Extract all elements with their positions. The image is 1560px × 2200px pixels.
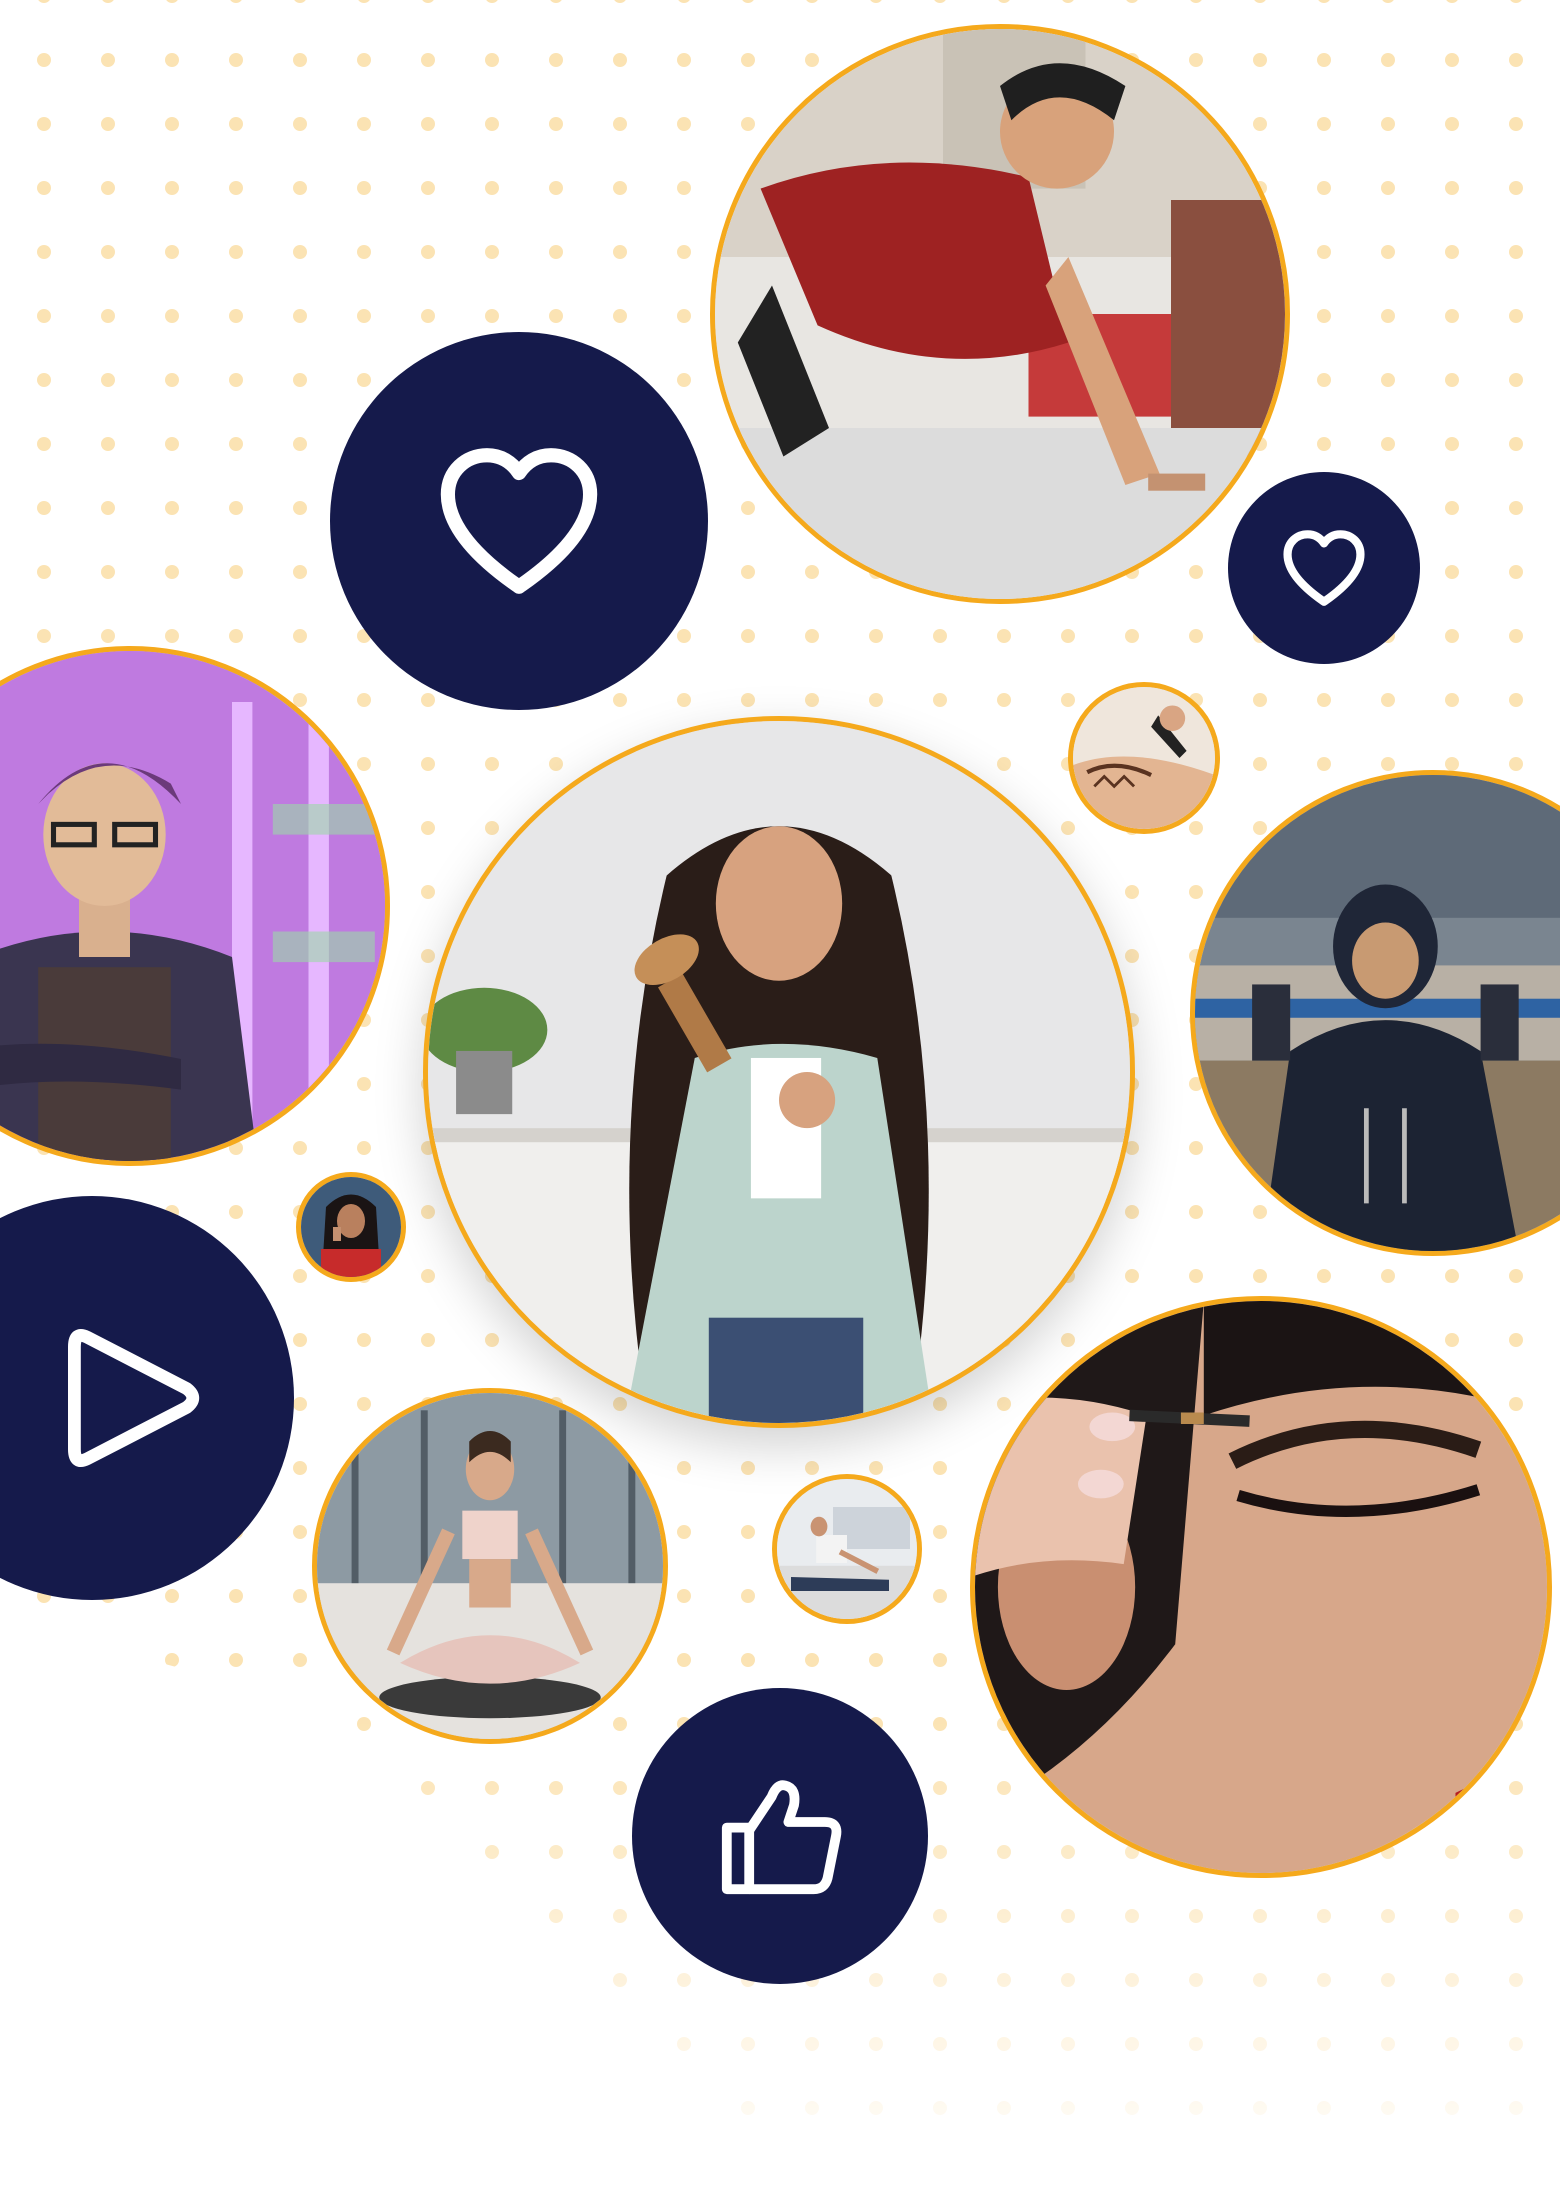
- photo-phone-call: [296, 1172, 406, 1282]
- photo-eyeliner: [970, 1296, 1552, 1878]
- thumbs-up-icon: [721, 1780, 842, 1895]
- heart-badge-large[interactable]: [330, 332, 708, 710]
- photo-henna: [1068, 682, 1220, 834]
- photo-grower: [0, 646, 390, 1166]
- photo-hair-brushing: [423, 716, 1135, 1428]
- play-icon: [68, 1329, 200, 1467]
- photo-yoga: [312, 1388, 668, 1744]
- photo-pushup: [710, 24, 1290, 604]
- thumbs-up-badge[interactable]: [632, 1688, 928, 1984]
- collage-canvas: [0, 0, 1560, 2200]
- play-badge[interactable]: [0, 1196, 294, 1600]
- heart-icon: [1283, 530, 1365, 606]
- heart-icon: [440, 448, 598, 594]
- photo-stretch: [772, 1474, 922, 1624]
- heart-badge-small[interactable]: [1228, 472, 1420, 664]
- photo-pullup: [1190, 770, 1560, 1256]
